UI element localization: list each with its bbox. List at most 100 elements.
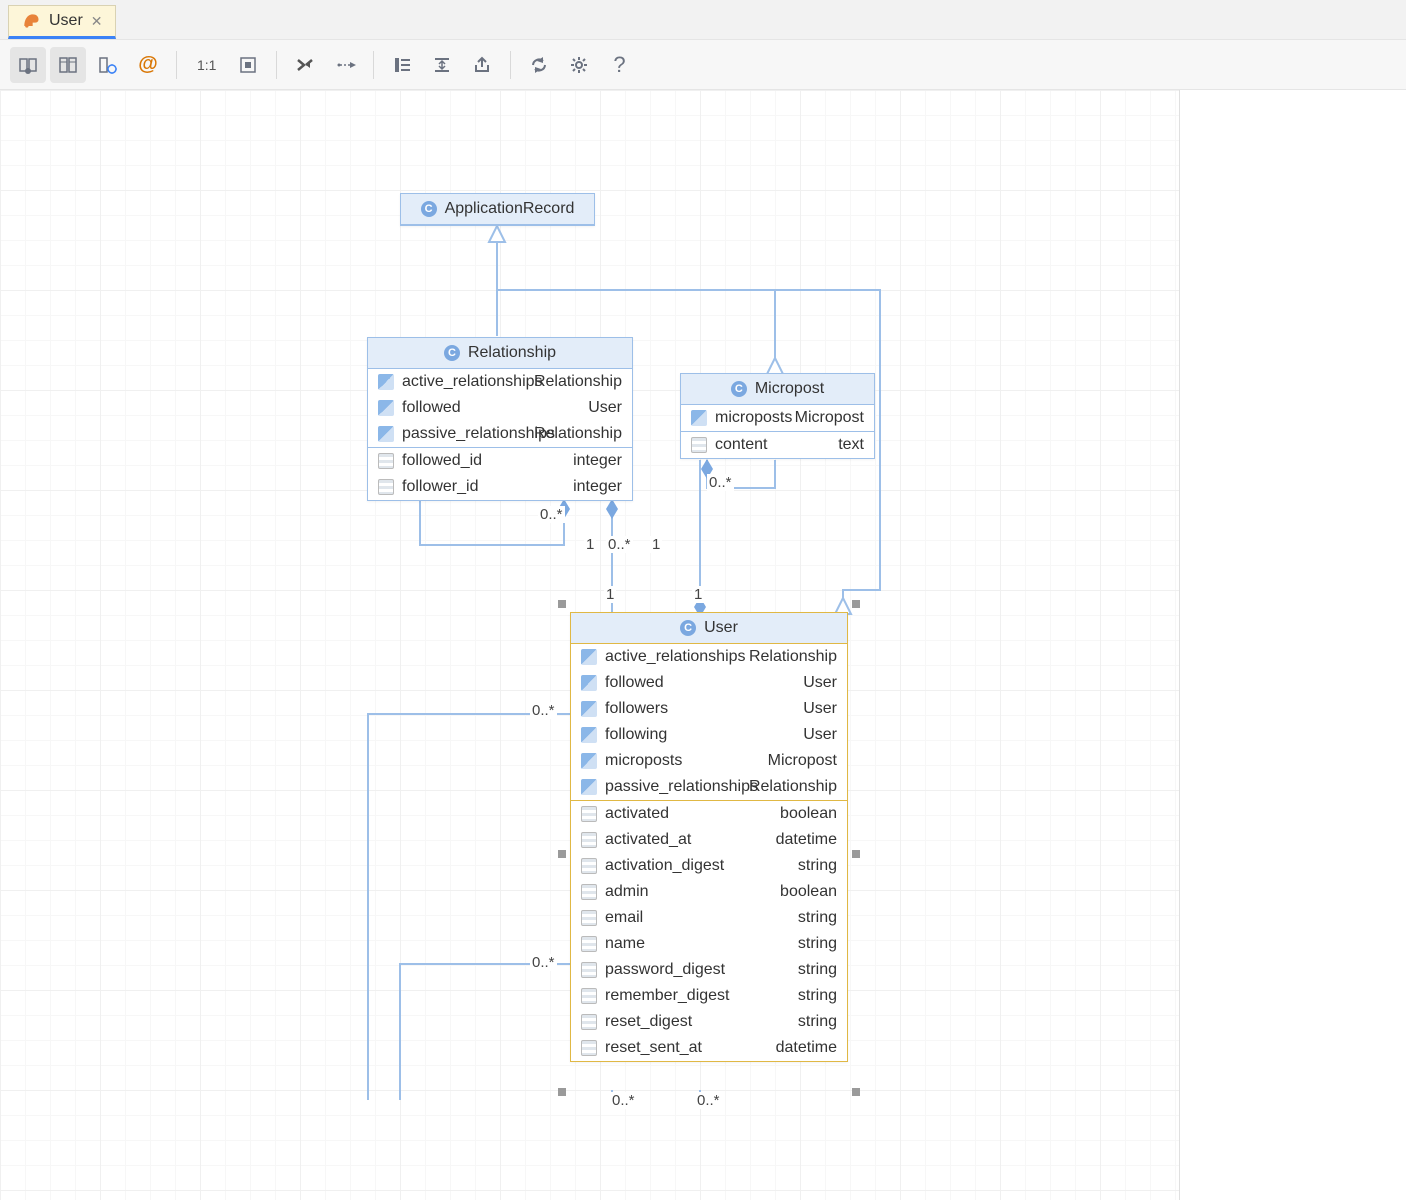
row-name: passive_relationships — [402, 425, 555, 443]
association-icon — [581, 753, 597, 769]
entity-row[interactable]: content text — [681, 432, 874, 458]
layout-columns-button[interactable] — [50, 47, 86, 83]
entity-row[interactable]: followed_id integer — [368, 448, 632, 474]
entity-row[interactable]: active_relationships Relationship — [368, 369, 632, 395]
cardinality: 0..* — [530, 954, 557, 971]
association-icon — [378, 374, 394, 390]
row-type: text — [838, 436, 864, 454]
export-button[interactable] — [464, 47, 500, 83]
entity-row[interactable]: active_relationships Relationship — [571, 644, 847, 670]
column-icon — [581, 858, 597, 874]
selection-handle[interactable] — [852, 850, 860, 858]
selection-handle[interactable] — [558, 850, 566, 858]
entity-row[interactable]: password_digest string — [571, 957, 847, 983]
row-name: activated_at — [605, 831, 691, 849]
row-type: User — [588, 399, 622, 417]
entity-row[interactable]: followed User — [368, 395, 632, 421]
entity-row[interactable]: microposts Micropost — [571, 748, 847, 774]
entity-row[interactable]: follower_id integer — [368, 474, 632, 500]
row-name: followed_id — [402, 452, 482, 470]
selection-handle[interactable] — [852, 600, 860, 608]
diagram-canvas[interactable]: 0..* 1 0..* 1 0..* 1 1 0..* 0..* 0..* 0.… — [0, 90, 1180, 1200]
cardinality: 1 — [650, 536, 662, 553]
entity-row[interactable]: admin boolean — [571, 879, 847, 905]
row-type: Micropost — [795, 409, 864, 427]
row-name: name — [605, 935, 645, 953]
column-icon — [581, 988, 597, 1004]
entity-micropost[interactable]: Micropost microposts Micropost content t… — [680, 373, 875, 459]
association-icon — [581, 727, 597, 743]
entity-title: ApplicationRecord — [445, 200, 575, 218]
entity-row[interactable]: microposts Micropost — [681, 405, 874, 431]
entity-relationship[interactable]: Relationship active_relationships Relati… — [367, 337, 633, 501]
row-name: active_relationships — [605, 648, 746, 666]
row-name: remember_digest — [605, 987, 730, 1005]
layout-linked-button[interactable] — [10, 47, 46, 83]
row-name: email — [605, 909, 643, 927]
entity-row[interactable]: email string — [571, 905, 847, 931]
refresh-button[interactable] — [521, 47, 557, 83]
row-name: active_relationships — [402, 373, 543, 391]
tab-title: User — [49, 12, 83, 30]
row-type: string — [798, 987, 837, 1005]
entity-row[interactable]: reset_sent_at datetime — [571, 1035, 847, 1061]
help-button[interactable]: ? — [601, 47, 637, 83]
row-type: integer — [573, 452, 622, 470]
row-name: microposts — [715, 409, 792, 427]
entity-user[interactable]: User active_relationships Relationship f… — [570, 612, 848, 1062]
distribute-button[interactable] — [424, 47, 460, 83]
cardinality: 0..* — [610, 1092, 637, 1109]
column-icon — [581, 910, 597, 926]
entity-row[interactable]: followed User — [571, 670, 847, 696]
entity-applicationrecord[interactable]: ApplicationRecord — [400, 193, 595, 226]
association-icon — [581, 779, 597, 795]
row-type: datetime — [776, 831, 837, 849]
association-icon — [378, 426, 394, 442]
entity-row[interactable]: reset_digest string — [571, 1009, 847, 1035]
row-type: string — [798, 857, 837, 875]
entity-row[interactable]: passive_relationships Relationship — [571, 774, 847, 800]
entity-row[interactable]: name string — [571, 931, 847, 957]
entity-row[interactable]: activation_digest string — [571, 853, 847, 879]
zoom-ratio-button[interactable]: 1:1 — [187, 47, 226, 83]
settings-button[interactable] — [561, 47, 597, 83]
row-type: User — [803, 674, 837, 692]
row-type: Micropost — [768, 752, 837, 770]
entity-title: User — [704, 619, 738, 637]
entity-row[interactable]: followers User — [571, 696, 847, 722]
row-name: reset_digest — [605, 1013, 692, 1031]
merge-button[interactable] — [287, 47, 323, 83]
row-name: passive_relationships — [605, 778, 758, 796]
selection-handle[interactable] — [558, 600, 566, 608]
row-type: User — [803, 700, 837, 718]
ruby-model-icon — [21, 11, 41, 31]
cardinality: 0..* — [606, 536, 633, 553]
relation-arrow-button[interactable] — [327, 47, 363, 83]
row-name: followed — [605, 674, 664, 692]
cardinality: 0..* — [707, 474, 734, 491]
align-left-button[interactable] — [384, 47, 420, 83]
fit-content-button[interactable] — [230, 47, 266, 83]
row-type: integer — [573, 478, 622, 496]
column-icon — [378, 453, 394, 469]
row-type: Relationship — [749, 648, 837, 666]
close-icon[interactable]: ✕ — [91, 13, 103, 30]
selection-handle[interactable] — [558, 1088, 566, 1096]
entity-row[interactable]: following User — [571, 722, 847, 748]
tab-user[interactable]: User ✕ — [8, 5, 116, 39]
row-name: admin — [605, 883, 649, 901]
row-type: string — [798, 961, 837, 979]
layout-settings-button[interactable] — [90, 47, 126, 83]
column-icon — [581, 1014, 597, 1030]
row-type: datetime — [776, 1039, 837, 1057]
at-annotation-button[interactable]: @ — [130, 47, 166, 83]
cardinality: 1 — [604, 586, 616, 603]
cardinality: 0..* — [538, 506, 565, 523]
selection-handle[interactable] — [852, 1088, 860, 1096]
entity-row[interactable]: remember_digest string — [571, 983, 847, 1009]
row-type: string — [798, 1013, 837, 1031]
entity-row[interactable]: passive_relationships Relationship — [368, 421, 632, 447]
column-icon — [378, 479, 394, 495]
entity-row[interactable]: activated_at datetime — [571, 827, 847, 853]
entity-row[interactable]: activated boolean — [571, 801, 847, 827]
